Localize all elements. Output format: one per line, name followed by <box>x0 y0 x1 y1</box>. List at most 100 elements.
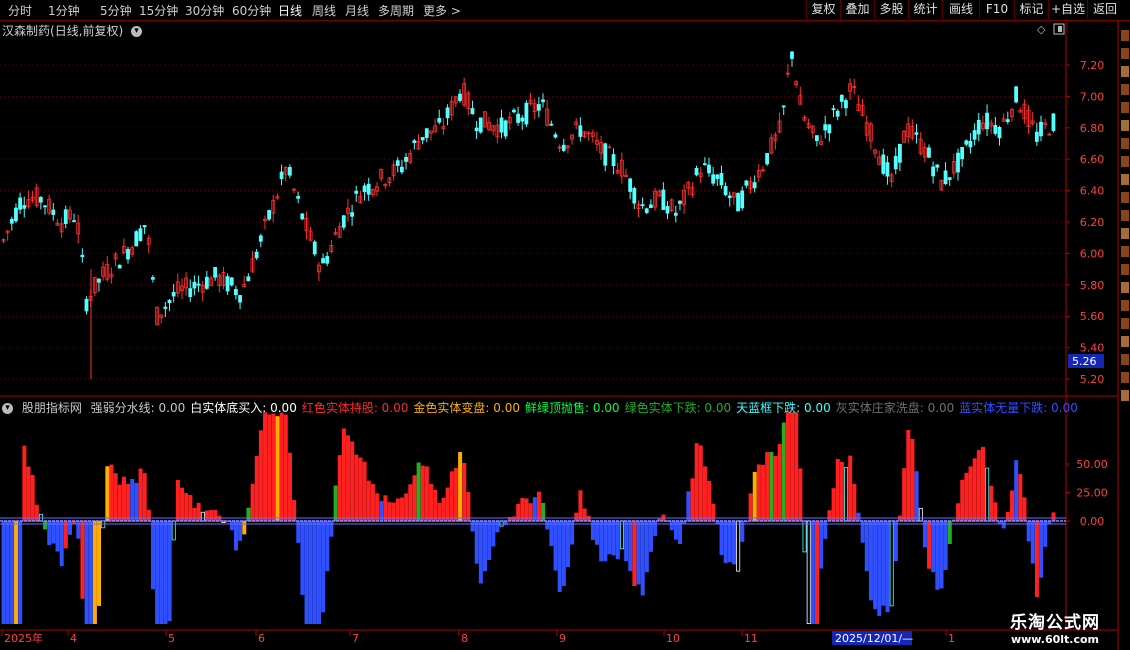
indicator-bar <box>736 520 741 572</box>
candle-body <box>993 124 998 134</box>
candle-body <box>831 108 836 111</box>
indicator-bar <box>495 520 500 533</box>
indicator-tick-label: 25.00 <box>1076 487 1108 500</box>
candle-body <box>665 206 670 214</box>
candle-body <box>399 166 404 173</box>
price-grid <box>0 64 1066 380</box>
indicator-bar <box>416 462 421 522</box>
diamond-icon[interactable]: ◇ <box>1037 23 1046 36</box>
indicator-axis: 50.00 25.00 0.00 <box>1066 458 1108 528</box>
indicator-bar <box>445 487 450 522</box>
candle-body <box>603 143 608 166</box>
indicator-bar <box>229 520 234 531</box>
side-panel-glyph <box>1121 30 1129 41</box>
candle-body <box>578 125 583 137</box>
indicator-bar <box>26 466 31 522</box>
indicator-bar <box>209 510 214 522</box>
indicator-bar <box>819 520 824 569</box>
side-panel-glyph <box>1121 336 1129 347</box>
candle-body <box>931 166 935 177</box>
indicator-bar <box>582 508 587 522</box>
cursor-date-label: 2025/12/01/— <box>835 632 913 645</box>
indicator-bar <box>263 412 268 522</box>
candle-body <box>296 196 301 199</box>
candle-body <box>18 197 23 210</box>
indicator-bar <box>5 520 10 624</box>
candle-body <box>719 172 724 186</box>
indicator-bar <box>752 471 757 522</box>
candle-body <box>678 200 682 204</box>
indicator-bar <box>935 520 940 590</box>
indicator-bar <box>304 520 309 624</box>
price-tick-label: 7.00 <box>1080 90 1105 103</box>
indicator-bar <box>732 520 737 565</box>
candle-body <box>723 186 728 195</box>
side-panel-glyph <box>1121 48 1129 59</box>
candle-body <box>736 193 740 212</box>
indicator-bar <box>1039 520 1044 578</box>
indicator-bar <box>976 450 981 522</box>
indicator-bar <box>478 520 483 584</box>
indicator-bar <box>333 485 338 522</box>
indicator-bar <box>848 455 853 522</box>
indicator-bar <box>80 520 85 599</box>
price-axis: 7.20 7.00 6.80 6.60 6.40 6.20 6.00 5.80 5.60 5.40… <box>1066 59 1104 386</box>
chart-canvas[interactable]: 7.20 7.00 6.80 6.60 6.40 6.20 6.00 5.80 5.60 5.40… <box>0 0 1130 650</box>
date-axis: 2025年 4 5 6 7 8 9 10 11 1 <box>1 630 955 645</box>
indicator-bar <box>175 479 180 522</box>
indicator-bar <box>769 451 774 522</box>
indicator-bar <box>653 520 658 536</box>
indicator-bar <box>92 520 97 624</box>
indicator-bar <box>59 520 64 567</box>
indicator-bar <box>931 520 936 573</box>
indicator-bar <box>466 492 471 522</box>
candle-body <box>395 160 400 166</box>
indicator-bar <box>258 430 263 522</box>
candle-body <box>43 205 47 208</box>
indicator-bar <box>756 464 761 522</box>
price-tick-label: 6.00 <box>1080 247 1105 260</box>
indicator-bar <box>831 488 836 522</box>
indicator-bar <box>707 480 712 522</box>
candle-body <box>985 112 989 130</box>
indicator-bar <box>815 520 820 624</box>
candle-body <box>325 256 330 264</box>
candle-body <box>341 215 346 228</box>
indicator-bar <box>611 520 616 556</box>
indicator-bar <box>727 520 732 563</box>
indicator-bar <box>885 520 890 613</box>
indicator-bar <box>420 465 425 522</box>
candle-body <box>84 298 89 312</box>
indicator-bar <box>748 493 753 522</box>
indicator-bar <box>1034 520 1039 597</box>
candle-body <box>72 220 76 223</box>
indicator-bar <box>632 520 637 587</box>
indicator-bar <box>981 446 986 522</box>
indicator-bar <box>549 520 554 546</box>
indicator-bar <box>686 491 691 522</box>
indicator-bar <box>723 520 728 563</box>
indicator-legend-item: 天蓝框下跌: 0.00 <box>736 401 831 415</box>
indicator-bar <box>873 520 878 610</box>
candle-body <box>404 156 408 162</box>
date-label: 7 <box>352 632 359 645</box>
candle-body <box>702 163 707 166</box>
indicator-bar <box>117 484 122 522</box>
indicator-bar <box>864 520 869 572</box>
indicator-bar <box>491 520 496 547</box>
chevron-down-icon-indicator[interactable]: ▾ <box>2 403 13 414</box>
indicator-bar <box>429 483 434 522</box>
indicator-bar <box>669 520 674 531</box>
indicator-bar <box>1051 512 1056 522</box>
indicator-bar <box>624 520 629 562</box>
indicator-bar <box>366 480 371 522</box>
candle-body <box>649 204 653 209</box>
candle-body <box>300 213 305 220</box>
indicator-bar <box>827 510 832 522</box>
indicator-bar <box>595 520 600 545</box>
watermark-url: www.60lt.com <box>1010 633 1100 646</box>
indicator-bar <box>985 467 990 522</box>
candle-body <box>142 225 147 228</box>
indicator-bar <box>412 475 417 522</box>
side-panel-glyph <box>1121 120 1129 131</box>
